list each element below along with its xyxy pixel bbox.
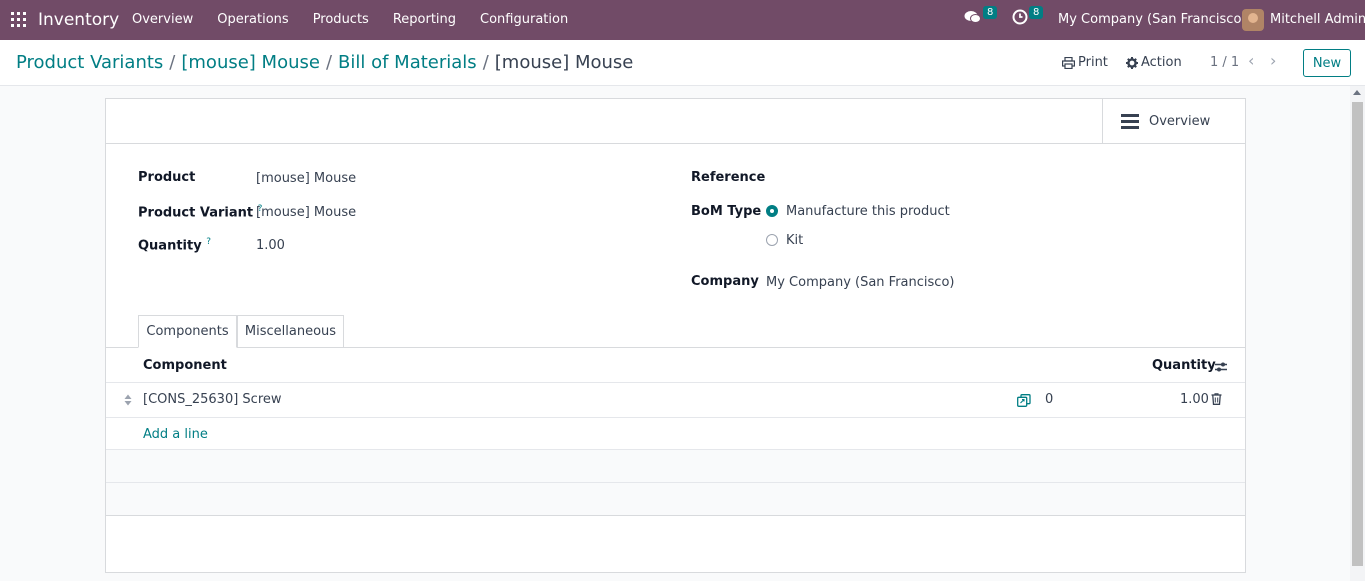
gear-icon [1126,56,1138,69]
trash-icon[interactable] [1211,393,1222,405]
messages-button[interactable]: 8 [964,5,998,25]
forecast-availability-cell: 0 [1045,392,1054,407]
scrollbar-thumb[interactable] [1352,102,1363,566]
tab-miscellaneous[interactable]: Miscellaneous [237,315,344,348]
breadcrumb-separator: / [169,52,176,73]
bom-type-kit-label[interactable]: Kit [786,233,803,248]
pager-value[interactable]: 1 / 1 [1210,55,1239,70]
form-sheet: Overview Product [mouse] Mouse Product V… [105,98,1246,573]
menu-item-configuration[interactable]: Configuration [480,12,568,27]
tab-components[interactable]: Components [138,315,237,348]
button-box: Overview [106,99,1245,144]
scroll-up-icon[interactable] [1353,90,1361,95]
list-icon [1121,111,1139,132]
breadcrumb-separator: / [325,52,333,73]
action-button[interactable]: Action [1126,55,1182,70]
reference-label: Reference [691,170,766,185]
bom-type-manufacture-radio[interactable] [766,205,778,217]
clock-icon [1012,9,1028,25]
add-line-link[interactable]: Add a line [143,427,208,442]
company-field[interactable]: My Company (San Francisco) [766,275,954,290]
print-label: Print [1078,55,1108,70]
product-variant-label: Product Variant ? [138,204,263,221]
bom-type-label: BoM Type [691,204,762,219]
breadcrumb-mouse[interactable]: [mouse] Mouse [181,52,320,73]
product-field[interactable]: [mouse] Mouse [256,171,356,186]
column-header-component[interactable]: Component [143,358,227,373]
company-switcher[interactable]: My Company (San Francisco) [1058,12,1246,27]
overview-label: Overview [1149,113,1211,129]
breadcrumb-current: [mouse] Mouse [494,52,634,73]
action-label: Action [1141,55,1182,70]
company-label: Company [691,274,759,289]
page-scrollbar[interactable] [1350,86,1365,581]
quantity-field[interactable]: 1.00 [256,238,285,253]
menu-item-operations[interactable]: Operations [217,12,288,27]
app-name[interactable]: Inventory [38,10,119,30]
overview-button[interactable]: Overview [1102,99,1246,143]
product-label: Product [138,170,196,185]
breadcrumb-product-variants[interactable]: Product Variants [16,52,163,73]
breadcrumb: Product Variants / [mouse] Mouse / Bill of M… [16,52,633,73]
empty-table-row [106,482,1245,515]
component-cell[interactable]: [CONS_25630] Screw [143,392,282,407]
top-navbar: Inventory Overview Operations Products R… [0,0,1365,40]
print-button[interactable]: Print [1062,55,1108,70]
user-menu[interactable]: Mitchell Admin [1270,12,1365,27]
user-avatar[interactable] [1242,9,1264,31]
breadcrumb-bill-of-materials[interactable]: Bill of Materials [338,52,477,73]
optional-columns-icon[interactable] [1214,361,1228,373]
drag-handle-icon[interactable] [124,394,132,406]
quantity-label: Quantity ? [138,237,212,254]
menu-item-reporting[interactable]: Reporting [393,12,456,27]
empty-table-row [106,449,1245,482]
pager-next-icon[interactable]: › [1270,51,1276,70]
menu-item-products[interactable]: Products [313,12,369,27]
activities-badge: 8 [1029,5,1044,19]
chat-icon [964,11,981,23]
product-variant-field[interactable]: [mouse] Mouse [256,205,356,220]
table-row-divider [106,417,1245,418]
messages-badge: 8 [983,5,998,19]
breadcrumb-separator: / [482,52,489,73]
quantity-cell[interactable]: 1.00 [1180,392,1209,407]
new-button[interactable]: New [1303,49,1351,77]
activities-button[interactable]: 8 [1012,5,1044,25]
table-bottom-divider [106,515,1245,516]
print-icon [1062,56,1075,69]
apps-menu-icon[interactable] [11,12,26,27]
control-panel: Product Variants / [mouse] Mouse / Bill of M… [0,40,1365,86]
pager-previous-icon[interactable]: ‹ [1248,51,1254,70]
help-icon[interactable]: ? [206,237,211,247]
bom-type-kit-radio[interactable] [766,234,778,246]
main-menu: Overview Operations Products Reporting C… [132,12,592,27]
forecast-report-icon[interactable] [1017,394,1031,407]
bom-type-manufacture-label[interactable]: Manufacture this product [786,204,950,219]
menu-item-overview[interactable]: Overview [132,12,193,27]
column-header-quantity[interactable]: Quantity [1152,358,1216,373]
